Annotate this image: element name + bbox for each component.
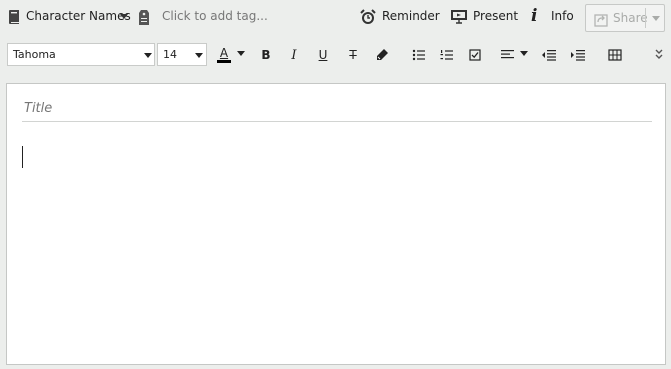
align-left-icon[interactable] [500,45,516,65]
notebook-icon[interactable] [8,9,20,25]
underline-button[interactable]: U [316,45,330,65]
table-icon[interactable] [607,45,623,65]
align-chevron-icon[interactable] [520,51,528,56]
text-color-chevron-icon[interactable] [237,51,245,56]
more-options-chevron-icon[interactable] [653,45,665,65]
font-size-value: 14 [163,48,177,61]
font-family-select[interactable]: Tahoma [7,43,155,66]
note-title-input[interactable] [22,96,652,122]
tag-input[interactable]: Click to add tag... [162,9,268,23]
text-cursor [22,146,23,168]
note-header-bar: Character Names Click to add tag... Remi… [0,0,671,36]
chevron-down-icon [195,53,203,58]
bullet-list-icon[interactable] [411,45,427,65]
present-button[interactable]: Present [473,9,518,23]
font-size-select[interactable]: 14 [157,43,207,66]
info-icon[interactable]: i [531,6,537,26]
numbered-list-icon[interactable] [439,45,455,65]
text-color-letter: A [219,46,229,60]
bold-button[interactable]: B [259,45,273,65]
share-icon [594,12,608,27]
tag-icon [138,9,150,26]
text-color-swatch [217,60,231,63]
text-color-button[interactable]: A [215,45,233,65]
alarm-clock-icon[interactable] [360,9,376,25]
outdent-icon[interactable] [541,45,557,65]
share-dropdown-chevron-icon[interactable] [652,16,660,21]
note-body[interactable] [22,134,652,354]
checkbox-icon[interactable] [468,45,482,65]
strikethrough-button[interactable]: T [346,45,360,65]
font-family-value: Tahoma [13,48,56,61]
highlighter-icon[interactable] [374,45,390,65]
presentation-icon[interactable] [450,9,468,24]
share-divider [645,8,646,28]
share-label: Share [613,11,648,25]
chevron-down-icon[interactable] [120,14,128,19]
indent-icon[interactable] [570,45,586,65]
reminder-button[interactable]: Reminder [382,9,440,23]
info-button[interactable]: Info [551,9,574,23]
chevron-down-icon [144,53,152,58]
note-editor [6,83,666,365]
notebook-selector[interactable]: Character Names [26,9,131,23]
italic-button[interactable]: I [287,45,301,65]
share-button[interactable]: Share [585,4,665,32]
